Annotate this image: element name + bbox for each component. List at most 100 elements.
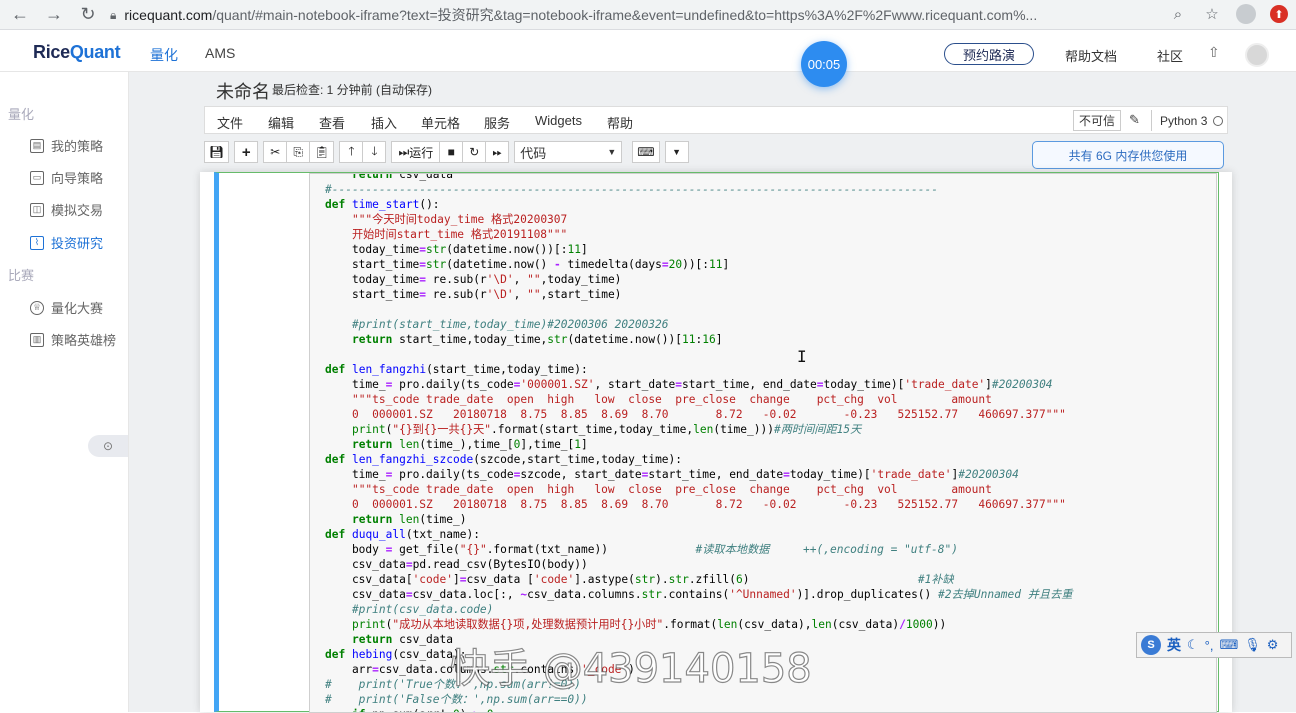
nav-quant[interactable]: 量化 [150,45,178,65]
code-line: today_time=str(datetime.now())[:11] [325,243,588,256]
timer-badge[interactable]: 00:05 [801,41,847,87]
chart-icon: ▥ [30,332,44,347]
ime-logo-icon[interactable]: S [1141,635,1161,655]
code-line: today_time= re.sub(r'\D', "",today_time) [325,273,622,286]
notebook-title[interactable]: 未命名 [216,78,270,104]
notification-icon[interactable]: ⇧ [1208,44,1220,61]
run-icon: ⏭︎ [398,144,410,159]
toolbar-dropdown-icon[interactable]: ▼ [664,141,689,163]
code-line: def len_fangzhi(start_time,today_time): [325,363,588,376]
search-icon[interactable]: ⌕ [1168,4,1188,24]
cell-type-select[interactable]: 代码 ▼ [514,141,623,163]
code-line: def duqu_all(txt_name): [325,528,480,541]
wizard-icon: ▭ [30,170,44,185]
moon-icon[interactable]: ☾ [1187,637,1199,653]
code-cell[interactable]: return csv_data #------------------------… [214,172,1219,713]
keyboard-icon[interactable]: ⌨ [1219,637,1238,653]
menu-cell[interactable]: 单元格 [421,113,460,132]
code-line: 0 000001.SZ 20180718 8.75 8.85 8.69 8.70… [325,498,1066,511]
menu-insert[interactable]: 插入 [371,113,397,132]
code-line: time_= pro.daily(ts_code='000001.SZ', st… [325,378,1053,391]
trust-indicator[interactable]: 不可信 [1073,110,1121,131]
menu-view[interactable]: 查看 [319,113,345,132]
browser-toolbar: ← → ↻ 🔒︎ ricequant.com/quant/#main-noteb… [0,0,1296,30]
code-line: csv_data=csv_data.loc[:, ~csv_data.colum… [325,588,1073,601]
sidebar-section-contest: 比赛 [8,268,35,283]
strategy-icon: ▤ [30,138,44,153]
trophy-icon: ♕ [30,300,44,315]
fast-forward-icon[interactable]: ⏩︎ [485,141,510,163]
code-line: # print('False个数：',np.sum(arr==0)) [325,693,588,706]
sidebar-item-wizard[interactable]: ▭ 向导策略 [30,168,103,187]
ricequant-logo[interactable]: RiceQuant [33,42,121,63]
punctuation-icon[interactable]: °, [1205,638,1214,653]
copy-icon[interactable]: ⎘ [286,141,311,163]
gear-icon[interactable]: ⚙ [1267,637,1279,653]
sidebar-item-research[interactable]: ⌇ 投资研究 [30,233,103,252]
url-text: ricequant.com/quant/#main-notebook-ifram… [124,7,1038,23]
microphone-icon[interactable]: 🎙︎ [1244,637,1261,653]
ime-toolbar[interactable]: S 英 ☾ °, ⌨ 🎙︎ ⚙ [1136,632,1292,658]
add-cell-icon[interactable]: + [234,141,259,163]
kernel-status-icon [1213,115,1224,126]
code-line: def time_start(): [325,198,440,211]
save-icon[interactable]: 💾︎ [204,141,230,163]
menu-file[interactable]: 文件 [217,113,243,132]
sidebar-item-my-strategy[interactable]: ▤ 我的策略 [30,136,103,155]
stop-icon[interactable]: ■ [439,141,464,163]
sidebar-item-sim-trade[interactable]: ◫ 模拟交易 [30,200,103,219]
chevron-down-icon: ▼ [607,147,617,157]
notebook-container: 未命名 最后检查: 1 分钟前 (自动保存) 文件 编辑 查看 插入 单元格 服… [129,72,1296,713]
nav-ams[interactable]: AMS [205,45,235,61]
code-line: #print(csv_data.code) [325,603,494,616]
restart-icon[interactable]: ↻ [462,141,487,163]
sidebar-section-quant: 量化 [8,107,35,122]
notebook-page: return csv_data #------------------------… [200,172,1232,713]
code-line: 开始时间start_time 格式20191108""" [325,228,568,241]
code-line: if np.sum(arr!=0) > 0: [325,707,1073,712]
star-icon[interactable]: ☆ [1202,4,1222,24]
memory-info-button[interactable]: 共有 6G 内存供您使用 [1032,141,1224,169]
keyboard-icon[interactable]: ⌨ [632,141,660,163]
notebook-save-status: 最后检查: 1 分钟前 (自动保存) [272,83,433,97]
menu-widgets[interactable]: Widgets [535,113,582,128]
run-button[interactable]: ⏭︎ 运行 [391,141,441,163]
ime-mode-label[interactable]: 英 [1167,635,1181,655]
profile-avatar[interactable] [1236,4,1256,24]
code-line: return start_time,today_time,str(datetim… [351,333,723,346]
code-editor[interactable]: return csv_data #------------------------… [309,173,1217,713]
kernel-indicator: Python 3 [1151,110,1226,131]
sidebar-collapse-button[interactable]: ⊙ [88,435,128,457]
move-up-icon[interactable]: 🡑 [339,141,364,163]
cut-icon[interactable]: ✂ [263,141,288,163]
back-icon[interactable]: ← [6,1,34,29]
code-line: time_= pro.daily(ts_code=szcode, start_d… [325,468,1019,481]
user-avatar[interactable] [1245,43,1269,67]
roadshow-button[interactable]: 预约路演 [944,43,1034,65]
code-line: #print(start_time,today_time)#20200306 2… [325,318,669,331]
extension-icon[interactable]: ⬆ [1270,5,1288,23]
code-line: """今天时间today_time 格式20200307 [351,213,568,226]
move-down-icon[interactable]: 🡓 [362,141,387,163]
code-line: print("成功从本地读取数据{}项,处理数据预计用时{}小时".format… [351,618,947,631]
code-line: start_time=str(datetime.now() - timedelt… [325,258,730,271]
help-docs-link[interactable]: 帮助文档 [1065,46,1117,65]
edit-pencil-icon[interactable]: ✎ [1129,112,1140,128]
paste-icon[interactable]: 📋︎ [309,141,335,163]
code-line: def len_fangzhi_szcode(szcode,start_time… [325,453,683,466]
reload-icon[interactable]: ↻ [74,1,102,29]
menu-edit[interactable]: 编辑 [268,113,294,132]
code-line: start_time= re.sub(r'\D', "",start_time) [325,288,622,301]
code-line: ​ [325,302,1073,317]
menu-kernel[interactable]: 服务 [484,113,510,132]
forward-icon[interactable]: → [40,1,68,29]
notebook-toolbar: 💾︎ + ✂ ⎘ 📋︎ 🡑 🡓 ⏭︎ 运行 ■ ↻ ⏩︎ 代码 ▼ ⌨ ▼ [204,140,689,164]
menu-help[interactable]: 帮助 [607,113,633,132]
address-bar[interactable]: 🔒︎ ricequant.com/quant/#main-notebook-if… [110,3,1230,27]
sidebar-item-hero-list[interactable]: ▥ 策略英雄榜 [30,330,116,349]
sidebar-item-contest[interactable]: ♕ 量化大赛 [30,298,103,317]
code-text[interactable]: return csv_data #------------------------… [325,174,1073,712]
code-line: #---------------------------------------… [325,183,938,196]
research-icon: ⌇ [30,235,44,250]
community-link[interactable]: 社区 [1157,46,1183,65]
